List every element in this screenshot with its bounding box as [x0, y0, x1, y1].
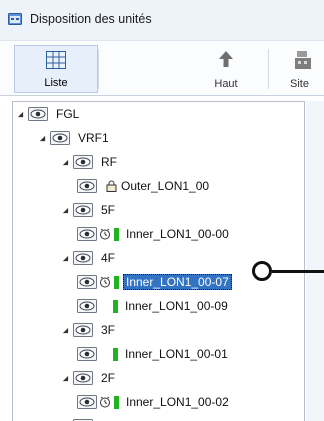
window-title: Disposition des unités	[30, 12, 152, 26]
list-button-label: Liste	[44, 77, 68, 89]
tree-node-label[interactable]: Inner_LON1_00-01	[125, 347, 228, 361]
unit-eye-icon	[73, 251, 93, 265]
toolbar: Liste Haut Site	[0, 41, 324, 96]
expand-arrow-icon[interactable]	[16, 110, 24, 118]
expand-arrow-icon[interactable]	[38, 134, 46, 142]
tree-node-label[interactable]: 5F	[101, 203, 115, 217]
tree-node-label[interactable]: 4F	[101, 251, 115, 265]
tree-node-label[interactable]: FGL	[56, 107, 79, 121]
expand-arrow-icon[interactable]	[61, 254, 69, 262]
unit-eye-icon	[77, 227, 97, 241]
timer-clock-icon	[99, 396, 111, 408]
unit-eye-icon	[73, 323, 93, 337]
status-indicator	[114, 227, 119, 241]
callout-pointer-line	[272, 270, 324, 273]
tree-node[interactable]: RF	[61, 153, 117, 171]
unit-eye-icon	[73, 155, 93, 169]
expand-arrow-icon[interactable]	[61, 374, 69, 382]
tree-node-label[interactable]: Inner_LON1_00-00	[126, 227, 229, 241]
unit-eye-icon	[77, 179, 97, 193]
unit-eye-icon	[28, 107, 48, 121]
tree-node-label[interactable]: VRF1	[78, 131, 109, 145]
unit-eye-icon	[77, 395, 97, 409]
tree-node[interactable]: Inner_LON1_00-02	[77, 393, 229, 411]
tree-node[interactable]: FGL	[16, 105, 79, 123]
tree-node-label-selected[interactable]: Inner_LON1_00-07	[123, 274, 232, 290]
window-app-icon	[8, 13, 22, 25]
unit-eye-icon	[73, 371, 93, 385]
expand-arrow-icon[interactable]	[61, 206, 69, 214]
tree-node[interactable]: 1F	[61, 417, 115, 421]
timer-clock-icon	[99, 228, 111, 240]
up-button[interactable]: Haut	[185, 45, 267, 93]
status-indicator	[114, 395, 119, 409]
toolbar-divider	[98, 49, 99, 89]
tree-node[interactable]: Inner_LON1_00-07	[77, 273, 232, 291]
tree-node[interactable]: 5F	[61, 201, 115, 219]
tree-node[interactable]: 4F	[61, 249, 115, 267]
right-panel-edge	[306, 101, 324, 421]
site-button[interactable]: Site	[282, 45, 324, 93]
tree-node[interactable]: Inner_LON1_00-00	[77, 225, 229, 243]
outdoor-unit-icon	[106, 180, 117, 192]
toolbar-divider	[268, 49, 269, 89]
unit-eye-icon	[77, 347, 97, 361]
tree-node-label[interactable]: Inner_LON1_00-02	[126, 395, 229, 409]
site-button-label: Site	[290, 78, 309, 90]
tree-node[interactable]: VRF1	[38, 129, 109, 147]
tree-node-label[interactable]: 3F	[101, 323, 115, 337]
tree-node[interactable]: Outer_LON1_00	[77, 177, 209, 195]
timer-clock-icon	[99, 276, 111, 288]
grid-list-icon	[46, 51, 66, 69]
tree-node[interactable]: Inner_LON1_00-09	[77, 297, 228, 315]
tree-node-label[interactable]: RF	[101, 155, 117, 169]
callout-pointer-dot	[252, 261, 272, 281]
up-button-label: Haut	[214, 78, 238, 90]
tree-node-label[interactable]: Outer_LON1_00	[121, 179, 209, 193]
tree-node[interactable]: 3F	[61, 321, 115, 339]
tree-node-label[interactable]: Inner_LON1_00-09	[125, 299, 228, 313]
arrow-up-icon	[219, 51, 233, 67]
tree-node[interactable]: 2F	[61, 369, 115, 387]
title-bar: Disposition des unités	[0, 0, 324, 41]
expand-arrow-icon[interactable]	[61, 326, 69, 334]
status-indicator	[113, 347, 118, 361]
unit-eye-icon	[73, 203, 93, 217]
status-indicator	[113, 299, 118, 313]
unit-eye-icon	[77, 299, 97, 313]
expand-arrow-icon[interactable]	[61, 158, 69, 166]
unit-eye-icon	[77, 275, 97, 289]
list-button[interactable]: Liste	[14, 45, 98, 93]
tree-node-label[interactable]: 2F	[101, 371, 115, 385]
site-building-icon	[295, 51, 311, 69]
tree-node[interactable]: Inner_LON1_00-01	[77, 345, 228, 363]
status-indicator	[114, 275, 119, 289]
unit-eye-icon	[50, 131, 70, 145]
